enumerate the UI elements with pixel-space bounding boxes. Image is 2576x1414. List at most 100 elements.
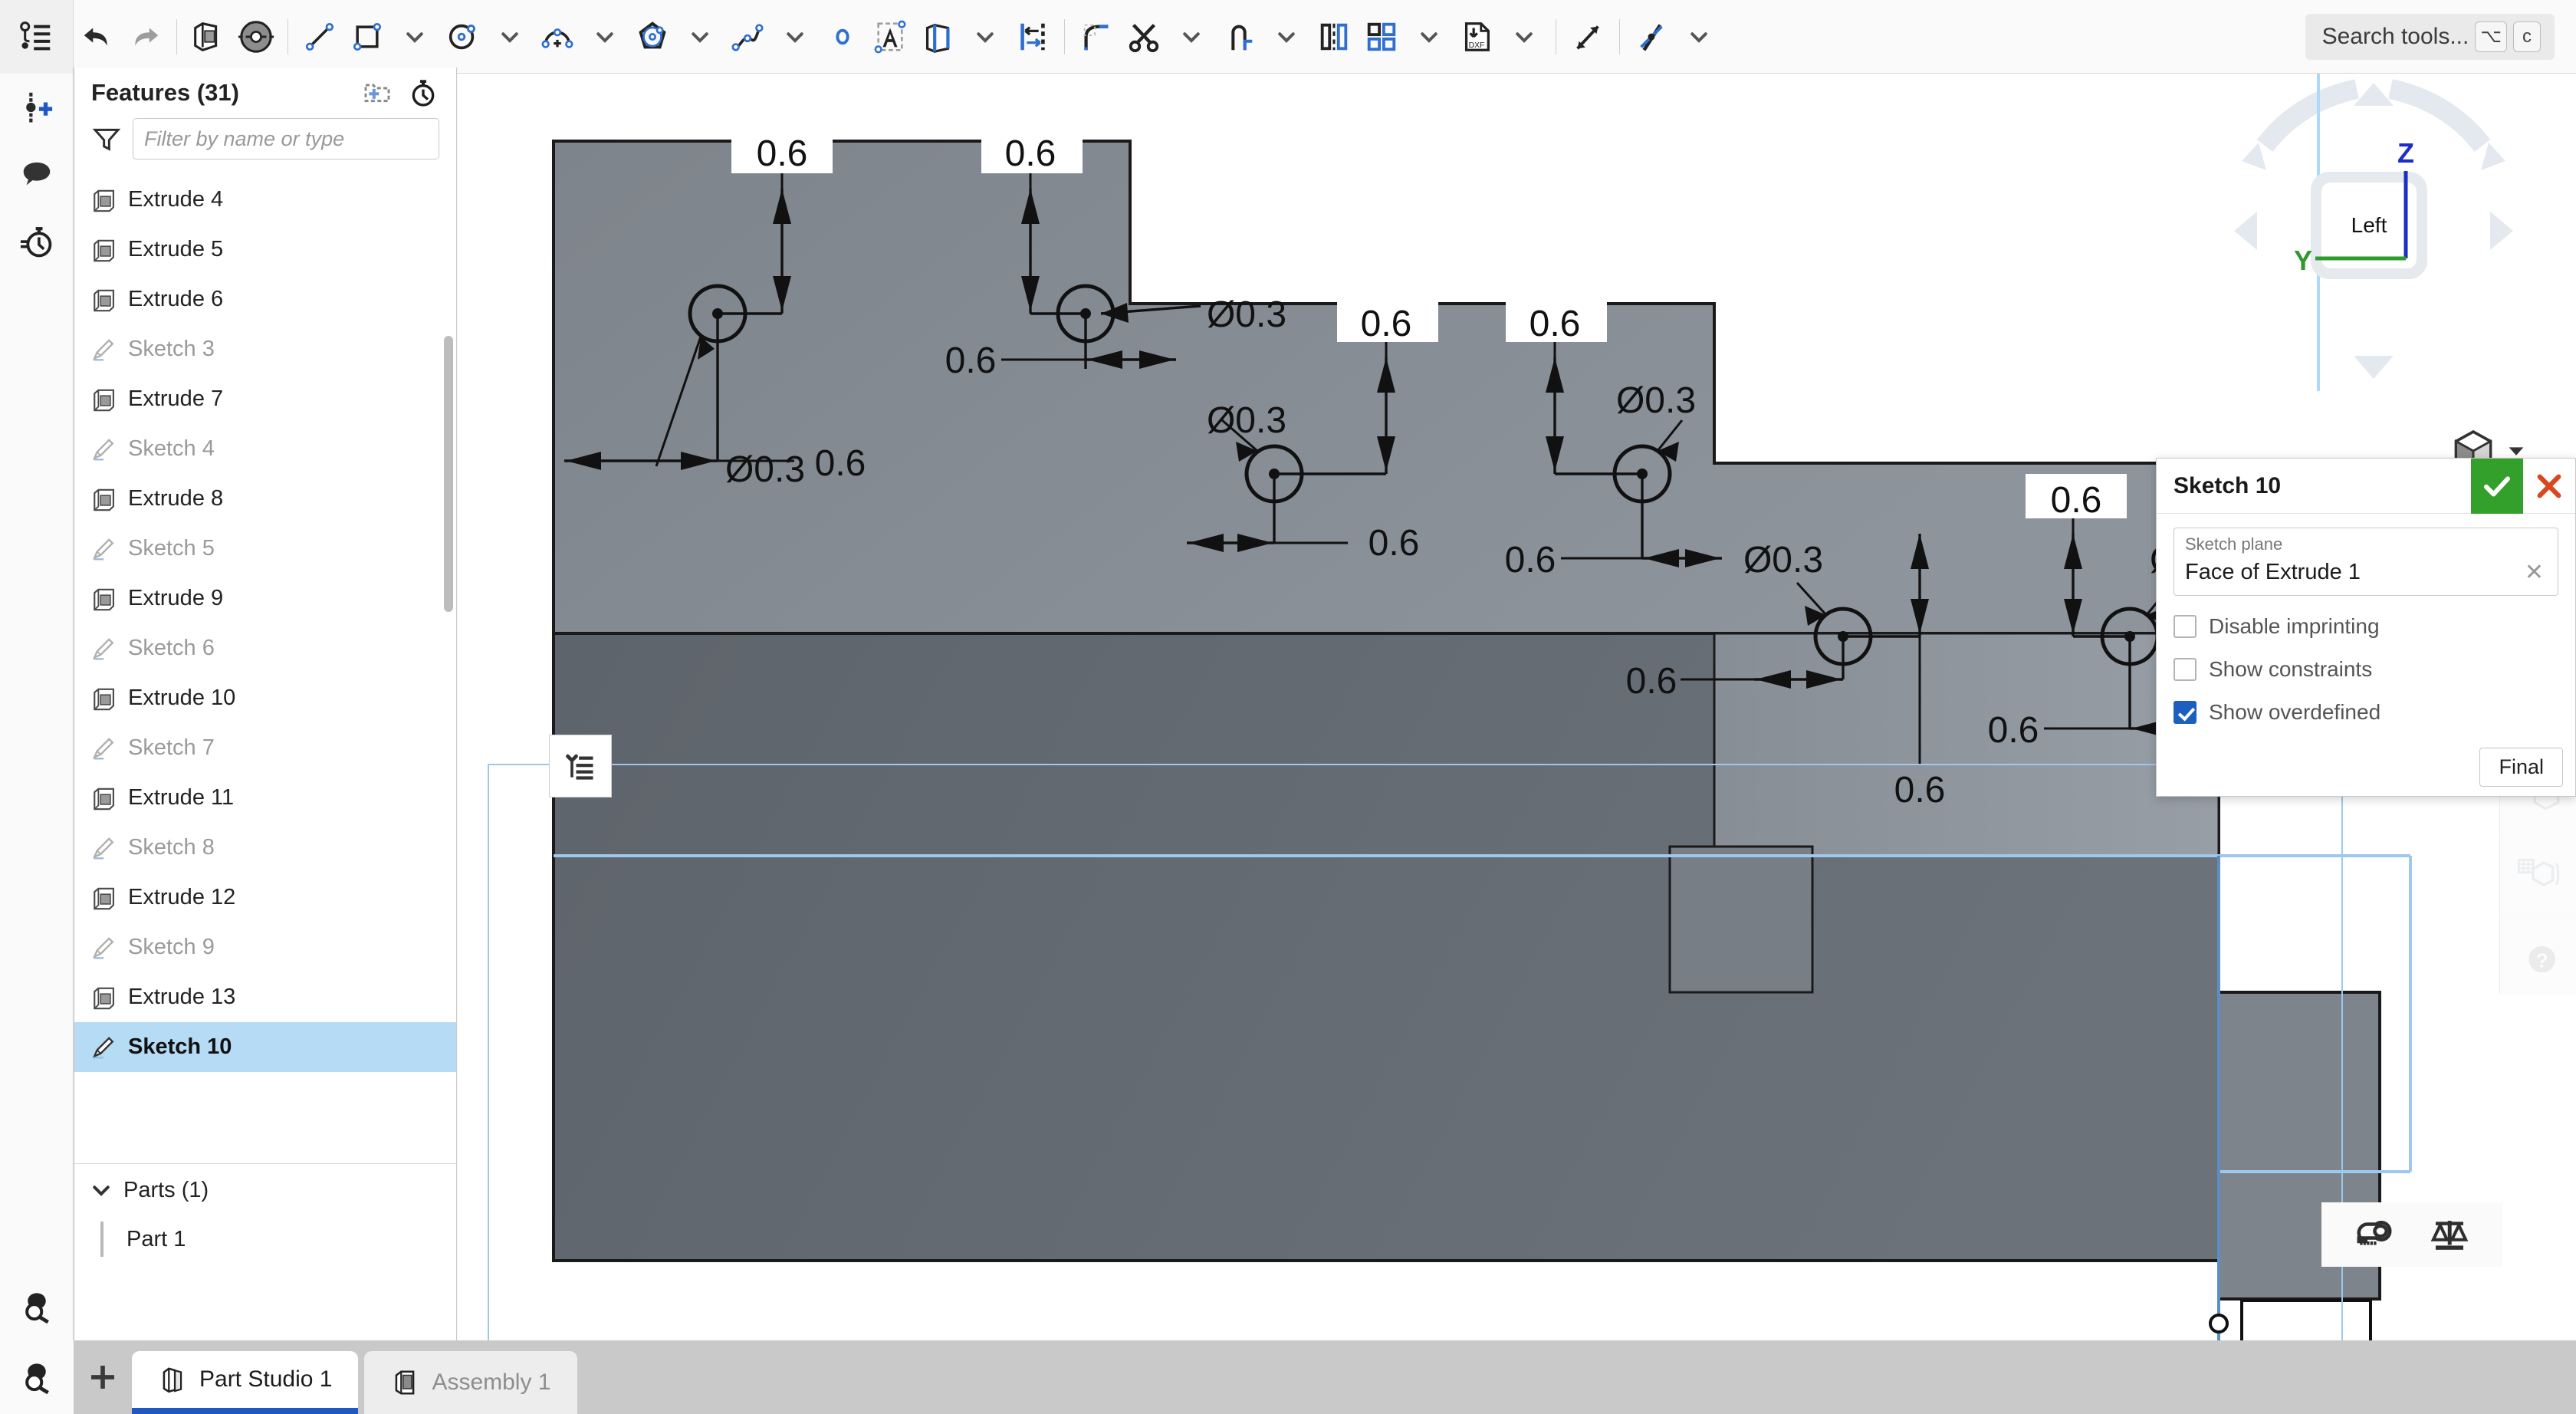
spline-button[interactable] (724, 0, 771, 74)
offset-button[interactable] (1009, 0, 1056, 74)
dim-dia-label-3: Ø0.3 (1207, 294, 1286, 335)
sketch-button[interactable] (185, 0, 232, 74)
trim-icon (1129, 23, 1159, 52)
feature-filter-input[interactable] (133, 118, 439, 159)
parts-header[interactable]: Parts (1) (74, 1166, 456, 1215)
dxf-dropdown[interactable] (1500, 0, 1548, 74)
svg-text:?: ? (2536, 950, 2548, 972)
rectangle-dropdown[interactable] (391, 0, 439, 74)
rollback-history-button[interactable] (404, 74, 442, 112)
clear-selection-icon[interactable]: ✕ (2522, 559, 2547, 586)
measure-button[interactable] (2354, 1214, 2395, 1255)
feature-item[interactable]: Extrude 11 (74, 773, 456, 823)
feature-item[interactable]: Sketch 4 (74, 424, 456, 474)
disable-imprinting-row[interactable]: Disable imprinting (2174, 614, 2558, 639)
history-icon (20, 227, 52, 258)
rollback-timer-icon (412, 80, 435, 107)
document-search-button[interactable] (0, 1340, 74, 1414)
rectangle-button[interactable] (343, 0, 391, 74)
exploded-views-button[interactable] (2500, 834, 2576, 914)
text-button[interactable] (866, 0, 914, 74)
create-folder-button[interactable] (358, 74, 396, 112)
arc-button[interactable] (534, 0, 581, 74)
cancel-button[interactable] (2523, 459, 2575, 514)
feature-item[interactable]: Extrude 13 (74, 972, 456, 1022)
feature-list-toggle-button[interactable] (0, 0, 74, 74)
feature-item[interactable]: Sketch 7 (74, 723, 456, 773)
construction-dropdown[interactable] (1675, 0, 1723, 74)
show-overdefined-row[interactable]: Show overdefined (2174, 700, 2558, 725)
feature-item[interactable]: Extrude 7 (74, 374, 456, 424)
feature-list-scrollbar[interactable] (444, 175, 453, 1163)
disable-imprinting-checkbox[interactable] (2174, 615, 2196, 638)
comments-button[interactable] (0, 141, 74, 209)
measure-icon (2357, 1221, 2392, 1245)
feature-item[interactable]: Sketch 3 (74, 324, 456, 374)
trim-dropdown[interactable] (1168, 0, 1215, 74)
feature-item[interactable]: Extrude 5 (74, 225, 456, 275)
feature-item[interactable]: Extrude 4 (74, 175, 456, 225)
feature-item[interactable]: Extrude 12 (74, 873, 456, 922)
extend-button[interactable] (1215, 0, 1263, 74)
feature-list[interactable]: Extrude 4 Extrude 5 Extrude 6 Sketch 3 Extru… (74, 175, 456, 1164)
show-constraints-checkbox[interactable] (2174, 658, 2196, 681)
dxf-import-button[interactable]: DXF (1453, 0, 1500, 74)
polygon-button[interactable] (629, 0, 676, 74)
search-tools-button[interactable]: Search tools... ⌥ c (2305, 13, 2555, 60)
spline-dropdown[interactable] (771, 0, 819, 74)
accept-button[interactable] (2471, 458, 2523, 514)
fillet-button[interactable] (1073, 0, 1120, 74)
tab-assembly-1[interactable]: Assembly 1 (364, 1351, 577, 1414)
collapse-list-icon (566, 754, 593, 780)
polygon-dropdown[interactable] (676, 0, 724, 74)
mass-properties-button[interactable] (2429, 1214, 2470, 1255)
feature-item[interactable]: Extrude 8 (74, 474, 456, 524)
feature-item[interactable]: Extrude 9 (74, 574, 456, 623)
list-panel-toggle-button[interactable] (549, 735, 612, 797)
mirror-button[interactable] (1310, 0, 1358, 74)
feature-item[interactable]: Sketch 9 (74, 922, 456, 972)
redo-button[interactable] (121, 0, 169, 74)
scrollbar-thumb[interactable] (444, 336, 453, 612)
use-projection-dropdown[interactable] (961, 0, 1009, 74)
add-tab-button[interactable] (74, 1340, 132, 1414)
show-overdefined-checkbox[interactable] (2174, 701, 2196, 724)
tab-label: Assembly 1 (432, 1370, 551, 1395)
sketch-plane-boundary (488, 764, 2343, 1340)
feature-item-label: Extrude 7 (128, 386, 224, 411)
feature-item[interactable]: Sketch 10 (74, 1022, 456, 1072)
use-projection-button[interactable] (914, 0, 961, 74)
linear-pattern-button[interactable] (1358, 0, 1405, 74)
sketch-plane-field[interactable]: Sketch plane Face of Extrude 1 ✕ (2174, 528, 2558, 596)
dimension-button[interactable] (1564, 0, 1612, 74)
construction-geometry-button[interactable] (1628, 0, 1675, 74)
plane-button[interactable] (232, 0, 280, 74)
view-cube[interactable]: Left Z Y (2213, 74, 2535, 472)
arc-dropdown[interactable] (581, 0, 629, 74)
trim-button[interactable] (1120, 0, 1168, 74)
sketch-feature-icon (92, 737, 114, 759)
undo-button[interactable] (74, 0, 121, 74)
line-button[interactable] (296, 0, 343, 74)
extend-dropdown[interactable] (1263, 0, 1310, 74)
feature-item[interactable]: Sketch 8 (74, 823, 456, 873)
circle-button[interactable] (439, 0, 486, 74)
feature-item[interactable]: Sketch 6 (74, 623, 456, 673)
feature-list-scroll: Extrude 4 Extrude 5 Extrude 6 Sketch 3 Extru… (74, 175, 456, 1072)
tab-part-studio-1[interactable]: Part Studio 1 (132, 1351, 359, 1414)
version-history-button[interactable] (0, 209, 74, 276)
show-constraints-row[interactable]: Show constraints (2174, 657, 2558, 682)
circle-dropdown[interactable] (486, 0, 534, 74)
insert-feature-button[interactable] (0, 74, 74, 141)
final-button[interactable]: Final (2479, 748, 2563, 787)
sketch-feature-icon (92, 936, 114, 959)
chevron-down-icon (1421, 31, 1438, 43)
search-part-button[interactable] (0, 1273, 74, 1340)
feature-item[interactable]: Extrude 10 (74, 673, 456, 723)
help-button[interactable]: ? (2500, 914, 2576, 994)
feature-item[interactable]: Extrude 6 (74, 275, 456, 324)
feature-item[interactable]: Sketch 5 (74, 524, 456, 574)
point-button[interactable] (819, 0, 866, 74)
linear-pattern-dropdown[interactable] (1405, 0, 1453, 74)
part-list-item[interactable]: Part 1 (74, 1215, 456, 1264)
